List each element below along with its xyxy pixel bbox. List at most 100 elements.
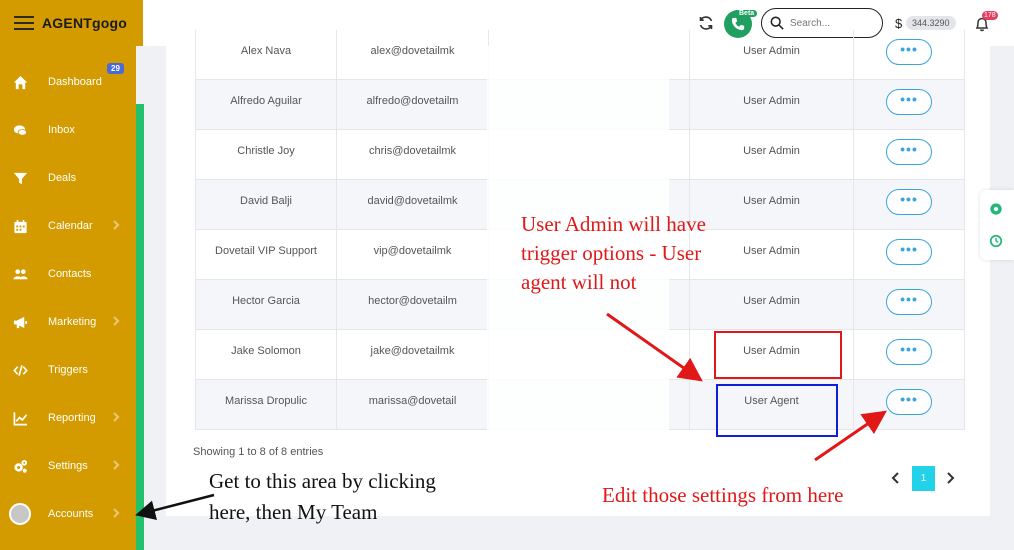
action-cell: •••	[854, 180, 965, 230]
gears-icon	[12, 458, 28, 474]
annotation-line: Get to this area by clicking	[209, 469, 436, 493]
user-name: Christle Joy	[195, 130, 337, 180]
sidebar-item-settings[interactable]: Settings	[0, 442, 136, 490]
search-input[interactable]	[790, 17, 870, 29]
chevron-right-icon[interactable]	[944, 471, 956, 485]
search-icon	[770, 16, 784, 30]
balance-value: 344.3290	[906, 16, 956, 30]
sidebar-item-marketing[interactable]: Marketing	[0, 298, 136, 346]
notification-count-badge: 178	[982, 11, 998, 20]
floating-toolbar	[980, 190, 1014, 260]
chevron-right-icon	[110, 315, 122, 327]
annotation-line: User Admin will have	[521, 212, 706, 236]
entries-summary: Showing 1 to 8 of 8 entries	[193, 446, 324, 458]
logo-bar: AGENTgogo	[0, 0, 143, 46]
sidebar-accent-strip	[136, 104, 144, 550]
user-email: alfredo@dovetailm	[337, 80, 489, 130]
beta-badge: Beta	[736, 10, 758, 17]
sidebar-item-inbox[interactable]: Inbox	[0, 106, 136, 154]
sidebar-item-triggers[interactable]: Triggers	[0, 346, 136, 394]
sidebar-item-calendar[interactable]: Calendar	[0, 202, 136, 250]
chevron-right-icon	[110, 507, 122, 519]
user-name: Alfredo Aguilar	[195, 80, 337, 130]
user-role: User Admin	[690, 130, 854, 180]
clock-icon[interactable]	[989, 234, 1003, 248]
user-email: chris@dovetailmk	[337, 130, 489, 180]
sidebar-item-reporting[interactable]: Reporting	[0, 394, 136, 442]
code-icon	[12, 362, 28, 378]
action-cell: •••	[854, 30, 965, 80]
sidebar-item-deals[interactable]: Deals	[0, 154, 136, 202]
user-name: David Balji	[195, 180, 337, 230]
navigation-annotation: Get to this area by clicking here, then …	[209, 466, 436, 528]
agent-role-highlight	[716, 384, 838, 437]
filter-icon	[12, 170, 28, 186]
sidebar-item-label: Deals	[48, 172, 77, 184]
action-cell: •••	[854, 80, 965, 130]
chart-icon	[12, 410, 28, 426]
calendar-icon	[12, 218, 28, 234]
chevron-right-icon	[110, 459, 122, 471]
user-email: vip@dovetailmk	[337, 230, 489, 280]
annotation-line: here, then My Team	[209, 500, 378, 524]
action-cell: •••	[854, 130, 965, 180]
row-actions-button[interactable]: •••	[886, 339, 932, 365]
action-cell: •••	[854, 330, 965, 380]
chevron-right-icon	[110, 219, 122, 231]
sidebar-item-accounts[interactable]: Accounts	[0, 490, 136, 538]
chevron-right-icon	[110, 411, 122, 423]
sidebar-item-label: Calendar	[48, 220, 93, 232]
user-role: User Admin	[690, 180, 854, 230]
row-actions-button[interactable]: •••	[886, 239, 932, 265]
pagination-current-page[interactable]: 1	[912, 466, 935, 491]
admin-role-highlight	[714, 331, 842, 379]
user-email: alex@dovetailmk	[337, 30, 489, 80]
home-icon	[12, 74, 28, 90]
user-name: Dovetail VIP Support	[195, 230, 337, 280]
sidebar-item-label: Contacts	[48, 268, 92, 280]
sidebar-item-label: Accounts	[48, 508, 94, 520]
logo[interactable]: AGENTgogo	[42, 15, 127, 31]
action-cell: •••	[854, 380, 965, 430]
chevron-left-icon[interactable]	[890, 471, 902, 485]
row-actions-button[interactable]: •••	[886, 39, 932, 65]
user-name: Jake Solomon	[195, 330, 337, 380]
sidebar-item-label: Settings	[48, 460, 88, 472]
sync-icon[interactable]	[698, 15, 714, 31]
users-icon	[12, 266, 28, 282]
gear-icon[interactable]	[989, 202, 1003, 216]
sidebar-item-label: Dashboard	[48, 76, 102, 88]
sidebar-nav: Dashboard Inbox Deals Calendar Contacts …	[0, 58, 136, 538]
role-annotation: User Admin will have trigger options - U…	[521, 210, 706, 297]
phone-icon	[731, 17, 745, 31]
row-actions-button[interactable]: •••	[886, 139, 932, 165]
action-cell: •••	[854, 230, 965, 280]
sidebar-item-label: Inbox	[48, 124, 75, 136]
sidebar-item-label: Triggers	[48, 364, 88, 376]
hamburger-menu-icon[interactable]	[14, 16, 34, 30]
user-role: User Admin	[690, 80, 854, 130]
user-role: User Admin	[690, 30, 854, 80]
row-actions-button[interactable]: •••	[886, 189, 932, 215]
user-name: Hector Garcia	[195, 280, 337, 330]
avatar	[9, 503, 31, 525]
row-actions-button[interactable]: •••	[886, 389, 932, 415]
action-cell: •••	[854, 280, 965, 330]
sidebar-item-contacts[interactable]: Contacts	[0, 250, 136, 298]
user-email: hector@dovetailm	[337, 280, 489, 330]
user-name: Marissa Dropulic	[195, 380, 337, 430]
user-email: marissa@dovetail	[337, 380, 489, 430]
annotation-line: trigger options - User	[521, 241, 702, 265]
inbox-count-badge: 29	[107, 63, 124, 74]
sidebar-item-label: Reporting	[48, 412, 96, 424]
user-role: User Admin	[690, 230, 854, 280]
user-name: Alex Nava	[195, 30, 337, 80]
sidebar-item-label: Marketing	[48, 316, 97, 328]
user-email: jake@dovetailmk	[337, 330, 489, 380]
user-role: User Admin	[690, 280, 854, 330]
annotation-line: agent will not	[521, 270, 637, 294]
megaphone-icon	[12, 314, 28, 330]
chat-icon	[12, 122, 28, 138]
row-actions-button[interactable]: •••	[886, 89, 932, 115]
row-actions-button[interactable]: •••	[886, 289, 932, 315]
